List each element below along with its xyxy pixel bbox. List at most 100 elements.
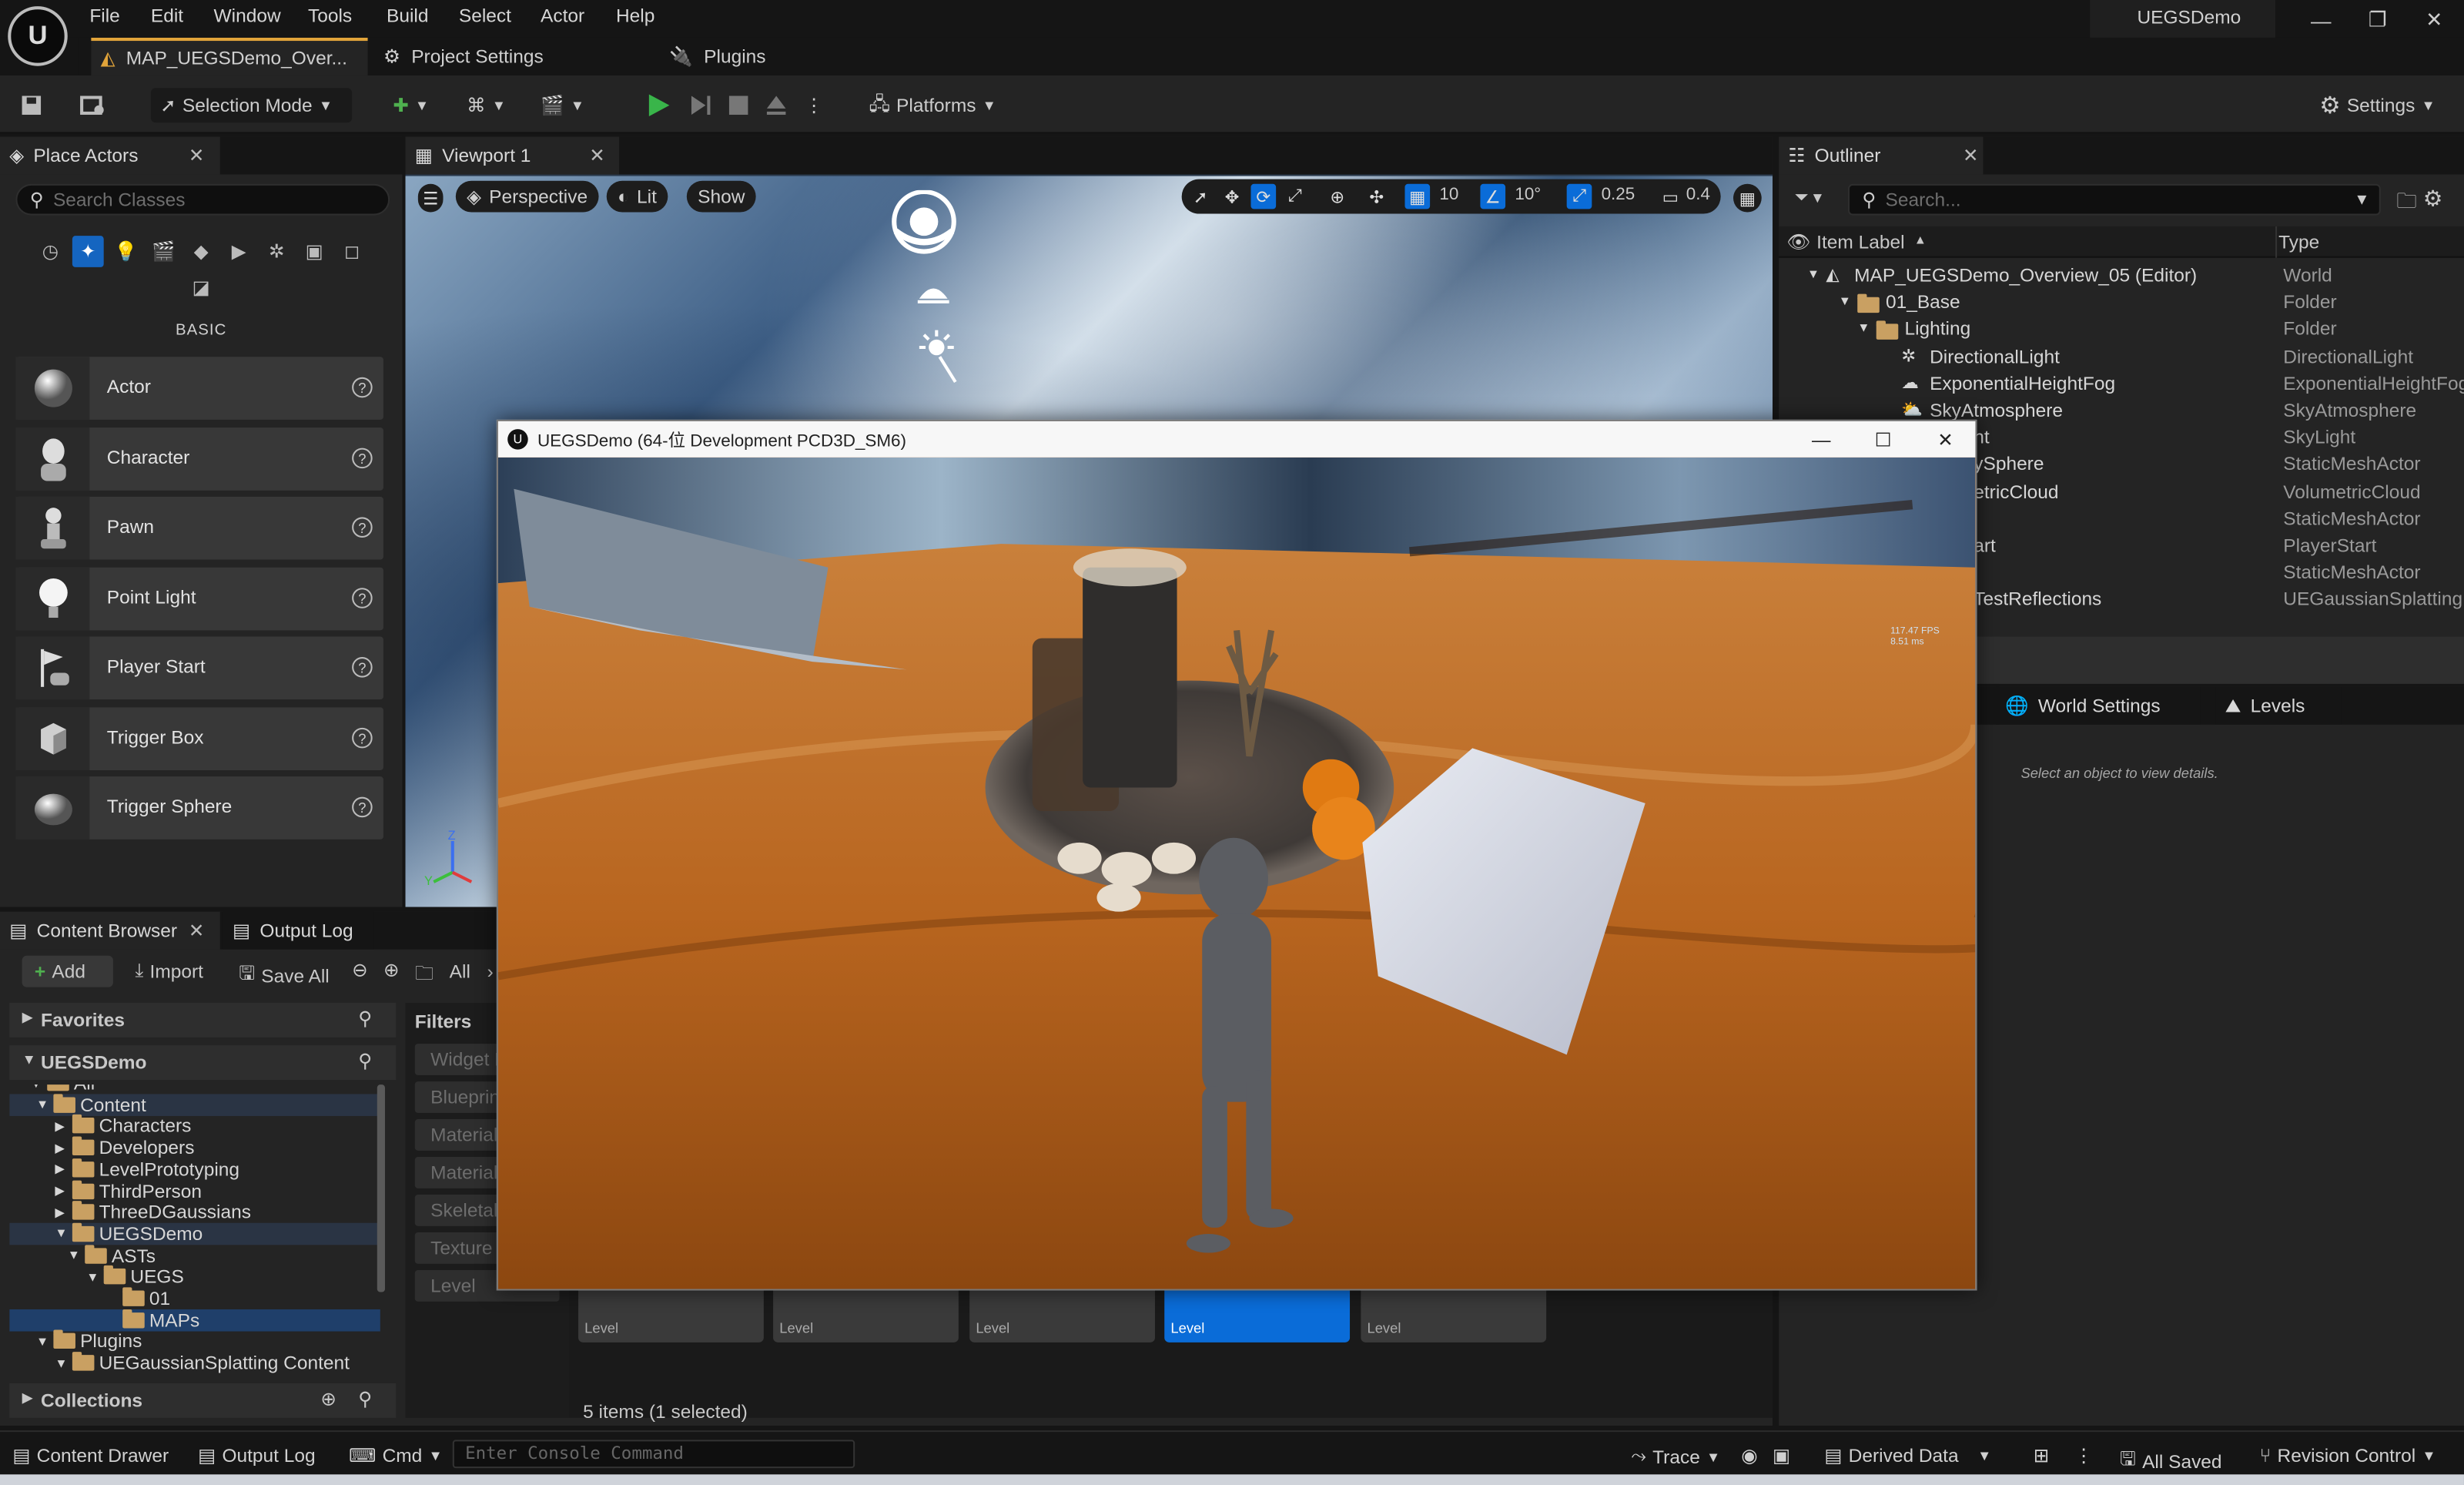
rotation-snap-value[interactable]: 10° — [1515, 186, 1541, 204]
folder-tree-item[interactable]: ▼ All — [9, 1084, 380, 1094]
col-item-label[interactable]: Item Label — [1816, 231, 1904, 253]
favorites-header[interactable]: ▶ Favorites ⚲ — [9, 1003, 397, 1037]
chevron-down-icon[interactable]: ▼ — [1807, 267, 1820, 281]
help-icon[interactable]: ? — [352, 796, 373, 818]
add-actor-icon[interactable]: ✚ ▼ — [393, 88, 429, 122]
visual-effects-icon[interactable]: ◆ — [186, 236, 217, 267]
folder-tree-item[interactable]: ▶ ThreeDGaussians — [9, 1201, 380, 1223]
more-options-icon[interactable]: ⋮ — [2074, 1444, 2093, 1467]
actor-item-trigger-box[interactable]: Trigger Box ? — [15, 707, 383, 770]
eject-icon[interactable] — [764, 88, 789, 122]
record-icon[interactable]: ◉ — [1741, 1444, 1757, 1467]
actor-item-player-start[interactable]: Player Start ? — [15, 636, 383, 700]
chevron-right-icon[interactable]: ▶ — [55, 1141, 67, 1155]
asset-tile[interactable]: Level — [969, 1289, 1155, 1343]
restore-icon[interactable]: ❐ — [2362, 5, 2393, 36]
hamburger-menu-icon[interactable]: ☰ — [417, 183, 444, 213]
eye-icon[interactable]: 👁 — [1786, 231, 1810, 253]
filter-icon[interactable]: ⏷ ▾ — [1795, 187, 1836, 213]
import-button[interactable]: ⤓ Import — [136, 959, 203, 983]
save-icon[interactable] — [18, 88, 44, 122]
more-options-icon[interactable]: ⋮ — [805, 88, 823, 122]
chevron-down-icon[interactable]: ▼ — [30, 1084, 42, 1090]
translate-icon[interactable]: ✥ — [1220, 184, 1245, 210]
close-icon[interactable]: ✕ — [189, 145, 205, 167]
tab-project-settings[interactable]: ⚙ Project Settings — [383, 38, 544, 75]
outliner-row[interactable]: ▼ 01_Base Folder — [1779, 290, 2464, 317]
game-window-titlebar[interactable]: U UEGSDemo (64-位 Development PCD3D_SM6) … — [497, 421, 1976, 458]
folder-tree-item[interactable]: ▼ UEGSDemo — [9, 1222, 380, 1245]
forward-icon[interactable]: ⊕ — [383, 959, 400, 981]
camera-speed-icon[interactable]: ▭ — [1658, 184, 1683, 210]
tab-viewport[interactable]: ▦ Viewport 1 — [405, 136, 620, 175]
lit-button[interactable]: ◐ Lit — [606, 180, 668, 213]
cmd-dropdown[interactable]: ⌨ Cmd ▼ — [349, 1444, 443, 1467]
cinematic-icon[interactable]: 🎬 — [148, 236, 179, 267]
extra-category-icon[interactable]: ◪ — [186, 272, 217, 303]
chevron-right-icon[interactable]: ▶ — [55, 1119, 67, 1133]
step-icon[interactable] — [687, 88, 715, 122]
rotate-icon[interactable]: ⟳ — [1250, 183, 1277, 210]
path-breadcrumb[interactable]: All — [450, 960, 470, 983]
menu-edit[interactable]: Edit — [151, 5, 183, 27]
chevron-down-icon[interactable]: ▼ — [55, 1356, 67, 1369]
chevron-down-icon[interactable]: ▼ — [86, 1270, 99, 1284]
menu-build[interactable]: Build — [387, 5, 428, 27]
actor-item-actor[interactable]: Actor ? — [15, 357, 383, 420]
selection-mode-dropdown[interactable]: ➚ Selection Mode ▼ — [150, 88, 353, 123]
tree-scrollbar[interactable] — [377, 1084, 385, 1292]
folder-tree-item[interactable]: 01 — [9, 1287, 380, 1309]
actor-item-pawn[interactable]: Pawn ? — [15, 496, 383, 560]
help-icon[interactable]: ? — [352, 727, 373, 749]
game-scene[interactable]: 117.47 FPS 8.51 ms — [497, 457, 1976, 1289]
folder-tree-item[interactable]: ▶ Characters — [9, 1115, 380, 1137]
menu-tools[interactable]: Tools — [308, 5, 352, 27]
unreal-logo-icon[interactable]: U — [8, 6, 68, 66]
chevron-right-icon[interactable]: › — [487, 960, 494, 983]
volumes-icon[interactable]: ▶ — [223, 236, 255, 267]
folder-tree-item[interactable]: ▼ Content — [9, 1093, 380, 1116]
close-icon[interactable]: ✕ — [189, 920, 205, 942]
folder-tree-item[interactable]: MAPs — [9, 1309, 380, 1331]
tab-map[interactable]: ◭ MAP_UEGSDemo_Over... — [91, 37, 368, 75]
col-type[interactable]: Type — [2278, 231, 2319, 253]
directional-light-gizmo-icon[interactable] — [918, 329, 959, 385]
basic-category-icon[interactable]: ✦ — [72, 236, 104, 267]
all-saved-button[interactable]: 🖫 All Saved — [2120, 1444, 2222, 1477]
gear-icon[interactable]: ⚙ — [2423, 186, 2443, 213]
add-collection-icon[interactable]: ⊕ — [320, 1388, 336, 1410]
search-classes-input[interactable]: ⚲ Search Classes — [15, 183, 390, 216]
folder-tree-item[interactable]: ▼ Plugins — [9, 1330, 380, 1353]
folder-tree-item[interactable]: ▼ ASTs — [9, 1244, 380, 1266]
revision-control-dropdown[interactable]: ⑂ Revision Control ▼ — [2260, 1444, 2436, 1467]
chevron-down-icon[interactable]: ▼ — [68, 1249, 80, 1262]
derived-data-dropdown[interactable]: ▤ Derived Data ▼ — [1824, 1444, 1991, 1467]
camera-speed-value[interactable]: 0.4 — [1686, 186, 1710, 204]
help-icon[interactable]: ? — [352, 448, 373, 469]
uegsdemo-header[interactable]: ▼ UEGSDemo ⚲ — [9, 1045, 397, 1081]
asset-tile[interactable]: Level — [773, 1289, 959, 1343]
grid-snap-icon[interactable]: ▦ — [1404, 183, 1431, 210]
chevron-down-icon[interactable]: ▼ — [1857, 321, 1870, 335]
tab-world-settings[interactable]: 🌐 World Settings — [1995, 686, 2201, 725]
folder-tree-item[interactable]: ▶ ThirdPerson — [9, 1179, 380, 1202]
actor-item-character[interactable]: Character ? — [15, 427, 383, 491]
help-icon[interactable]: ? — [352, 517, 373, 538]
outliner-search-input[interactable]: ⚲ Search... ▼ — [1847, 183, 2381, 216]
folder-tree-item[interactable]: ▼ UEGS — [9, 1265, 380, 1288]
trace-dropdown[interactable]: ⤳ Trace ▼ — [1631, 1444, 1720, 1468]
actor-item-trigger-sphere[interactable]: Trigger Sphere ? — [15, 776, 383, 840]
close-icon[interactable]: ✕ — [589, 145, 605, 167]
tab-place-actors[interactable]: ◈ Place Actors — [0, 136, 220, 175]
search-icon[interactable]: ⚲ — [358, 1007, 372, 1030]
minimize-icon[interactable]: — — [1812, 428, 1830, 451]
outliner-row[interactable]: ▼ Lighting Folder — [1779, 317, 2464, 344]
scale-snap-icon[interactable]: ⤢ — [1566, 183, 1592, 210]
minimize-icon[interactable]: — — [2305, 5, 2337, 36]
tab-output-log[interactable]: ▤ Output Log — [223, 911, 374, 950]
back-icon[interactable]: ⊖ — [352, 959, 368, 981]
tab-outliner[interactable]: ☷ Outliner — [1779, 136, 1984, 175]
chevron-right-icon[interactable]: ▶ — [55, 1205, 67, 1219]
menu-file[interactable]: File — [89, 5, 119, 27]
scale-snap-value[interactable]: 0.25 — [1602, 186, 1635, 204]
